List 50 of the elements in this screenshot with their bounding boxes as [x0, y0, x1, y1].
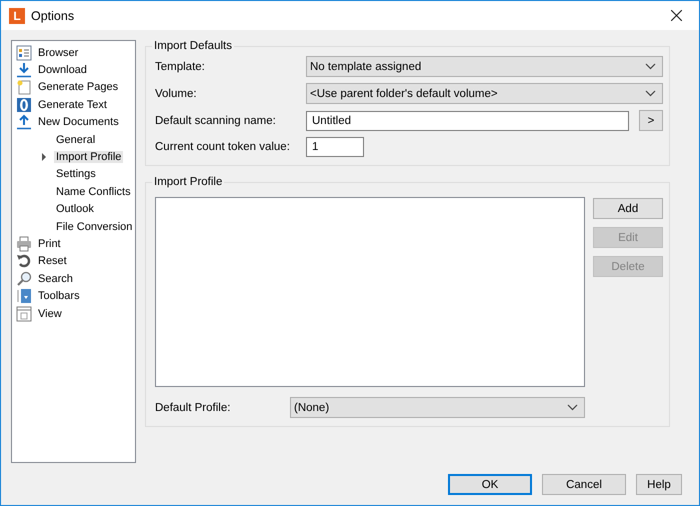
profile-dropdown[interactable]: (None) [290, 397, 585, 418]
input-field[interactable]: Untitled [306, 110, 629, 130]
tree-item[interactable]: Generate Pages [36, 81, 120, 94]
window-icon [16, 306, 32, 322]
input-field[interactable]: 1 [306, 137, 364, 157]
dialog-button[interactable]: OK [448, 474, 532, 495]
chevron-down-icon [567, 404, 578, 411]
collapse-arrow-icon[interactable] [41, 153, 47, 162]
field-label: Default scanning name: [155, 114, 277, 126]
tree-item[interactable]: Toolbars [36, 290, 82, 302]
action-button[interactable]: Add [593, 198, 663, 219]
template-dropdown[interactable]: No template assigned [306, 56, 663, 77]
printer-icon [16, 236, 32, 252]
field-label: Current count token value: [155, 141, 291, 153]
search-icon [16, 270, 32, 287]
tree-item[interactable]: Generate Text [36, 98, 109, 111]
tree-item[interactable]: General [54, 134, 98, 146]
tree-item[interactable]: Search [36, 272, 75, 285]
tree-item[interactable]: Browser [36, 46, 80, 59]
field-label: Volume: [155, 88, 198, 100]
toolbar-icon [16, 288, 32, 304]
tree-item[interactable]: Reset [36, 255, 69, 268]
page-icon [16, 79, 32, 96]
dialog-button[interactable]: Cancel [542, 474, 626, 495]
group-title: Import Profile [153, 176, 224, 188]
tree-item[interactable]: Import Profile [54, 151, 124, 164]
dialog-button[interactable]: Help [636, 474, 682, 495]
tree-item[interactable]: Name Conflicts [54, 186, 133, 198]
field-label: Template: [155, 60, 206, 72]
app-logo: L [9, 8, 25, 24]
window-title: Options [31, 8, 76, 22]
chevron-down-icon [645, 90, 656, 97]
tree-item[interactable]: Settings [54, 168, 98, 180]
tree-item[interactable]: File Conversion [54, 220, 134, 233]
tree-item[interactable]: View [36, 308, 64, 320]
group-title: Import Defaults [153, 40, 233, 52]
tree-item[interactable]: Print [36, 238, 63, 250]
tree-item[interactable]: Outlook [54, 203, 96, 216]
insert-token-button[interactable]: > [639, 110, 663, 131]
field-label: Default Profile: [155, 402, 232, 414]
undo-icon [16, 253, 32, 270]
volume-dropdown[interactable]: <Use parent folder's default volume> [306, 83, 663, 104]
text-recognition-icon [16, 96, 32, 113]
tree-item[interactable]: Download [36, 64, 89, 76]
tree-item[interactable]: New Documents [36, 116, 121, 128]
download-icon [16, 62, 32, 78]
browser-icon [16, 44, 32, 61]
chevron-down-icon [645, 63, 656, 70]
close-icon [670, 10, 682, 21]
upload-icon [16, 114, 32, 130]
